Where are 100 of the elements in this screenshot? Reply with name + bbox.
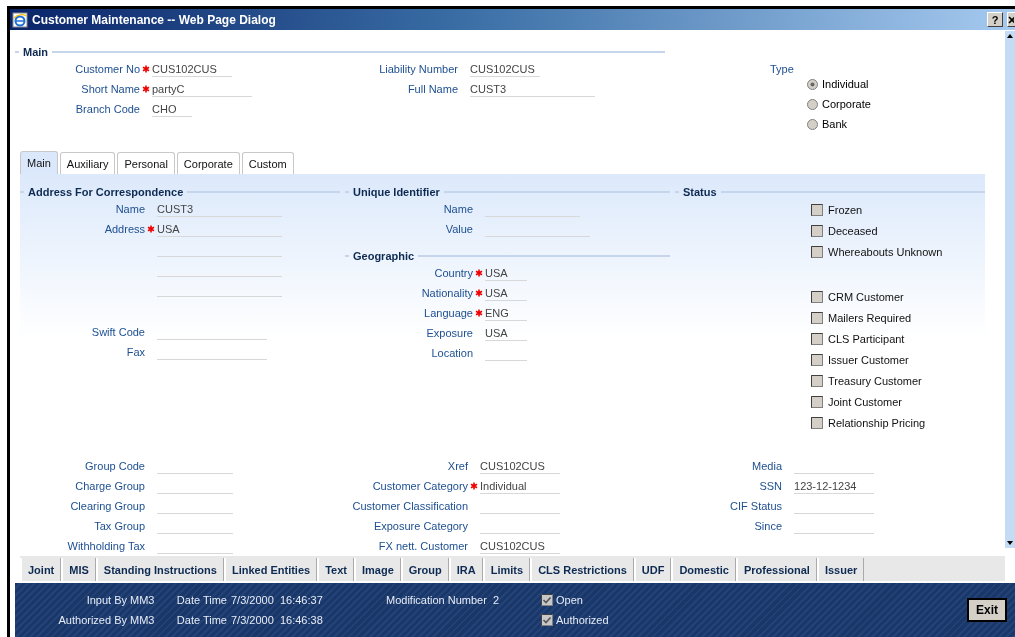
text-field[interactable]: partyC: [152, 81, 252, 97]
field-label: Language: [423, 307, 473, 319]
tab[interactable]: Custom: [241, 152, 294, 174]
text-field[interactable]: Individual: [480, 478, 561, 494]
text-field[interactable]: CHO: [152, 101, 192, 117]
field-label: Clearing Group: [69, 500, 145, 512]
checkbox-label: Authorized: [556, 614, 609, 626]
field-label: Fax: [125, 346, 145, 358]
text-field[interactable]: ENG: [485, 305, 527, 321]
checkbox[interactable]: [811, 395, 823, 408]
window-title: Customer Maintenance -- Web Page Dialog: [32, 12, 277, 27]
checkbox[interactable]: [811, 416, 823, 429]
tab-button[interactable]: Joint: [20, 558, 62, 581]
exit-button[interactable]: Exit: [967, 598, 1007, 622]
section-title: Status: [683, 186, 717, 198]
audit-label: Authorized By: [57, 614, 127, 626]
section-title: Main: [23, 46, 49, 58]
audit-value: 2: [492, 594, 499, 606]
checkbox-label: Issuer Customer: [828, 353, 909, 366]
text-field[interactable]: CUST3: [470, 81, 595, 97]
radio-button[interactable]: [807, 118, 818, 130]
tab-button[interactable]: MIS: [61, 558, 96, 581]
field-label: Full Name: [406, 83, 458, 95]
browser-icon: [12, 11, 28, 28]
tab-button[interactable]: Limits: [482, 558, 531, 581]
tab-button[interactable]: Linked Entities: [223, 558, 318, 581]
checkbox[interactable]: [811, 332, 823, 345]
checkbox[interactable]: [811, 311, 823, 324]
tab-button[interactable]: Standing Instructions: [95, 558, 224, 581]
text-field[interactable]: CUST3: [157, 201, 282, 217]
field-label: Tax Group: [93, 520, 145, 532]
field-label: Name: [442, 203, 473, 215]
checkbox-label: CRM Customer: [828, 290, 904, 303]
checkbox-label: Mailers Required: [828, 311, 912, 324]
text-field[interactable]: CUS102CUS: [470, 61, 540, 77]
text-field[interactable]: CUS102CUS: [480, 458, 561, 474]
tab-button[interactable]: UDF: [633, 558, 672, 581]
field-label: Charge Group: [74, 480, 145, 492]
checkbox[interactable]: [811, 290, 823, 303]
field-label: Short Name: [80, 83, 140, 95]
audit-label: Date Time: [176, 594, 227, 606]
field-label: Liability Number: [378, 63, 458, 75]
radio-label: Corporate: [822, 98, 871, 110]
tab-button[interactable]: Group: [400, 558, 449, 581]
checkbox[interactable]: [811, 245, 823, 258]
tab-button[interactable]: Image: [353, 558, 401, 581]
field-label: Xref: [446, 460, 469, 472]
tab-button[interactable]: Domestic: [671, 558, 736, 581]
checkbox[interactable]: [811, 353, 823, 366]
field-label: Value: [444, 223, 473, 235]
audit-value: MM3: [129, 594, 156, 606]
checkbox[interactable]: [541, 614, 553, 626]
radio-button[interactable]: [807, 98, 818, 110]
field-label: CIF Status: [729, 500, 782, 512]
tab-button[interactable]: CLS Restrictions: [530, 558, 634, 581]
tab-button[interactable]: Issuer: [816, 558, 865, 581]
checkbox[interactable]: [541, 594, 553, 606]
checkbox-label: Joint Customer: [828, 395, 902, 408]
audit-label: Modification Number: [386, 594, 487, 606]
field-label: Exposure Category: [372, 520, 469, 532]
tab[interactable]: Personal: [117, 152, 175, 174]
text-field[interactable]: USA: [485, 265, 527, 281]
text-field[interactable]: USA: [157, 221, 282, 237]
checkbox-label: Deceased: [828, 224, 878, 237]
tab-button[interactable]: IRA: [448, 558, 483, 581]
audit-value: 7/3/2000 16:46:37: [231, 594, 324, 606]
help-button[interactable]: ?: [987, 12, 1003, 27]
text-field[interactable]: CUS102CUS: [152, 61, 232, 77]
field-label: Customer No: [74, 63, 140, 75]
scrollbar[interactable]: [1005, 31, 1015, 548]
radio-button[interactable]: [807, 78, 818, 90]
text-field[interactable]: CUS102CUS: [480, 538, 561, 554]
tab[interactable]: Corporate: [176, 152, 240, 174]
field-label: Since: [753, 520, 782, 532]
field-label: Branch Code: [74, 103, 140, 115]
checkbox[interactable]: [811, 374, 823, 387]
field-label: Type: [770, 63, 794, 75]
field-label: SSN: [758, 480, 782, 492]
field-label: Country: [433, 267, 473, 279]
checkbox[interactable]: [811, 203, 823, 216]
tab-button[interactable]: Text: [317, 558, 354, 581]
section-title: Unique Identifier: [353, 186, 440, 198]
checkbox-label: Frozen: [828, 203, 863, 216]
text-field[interactable]: USA: [485, 285, 527, 301]
field-label: Group Code: [84, 460, 145, 472]
checkbox-label: Open: [556, 594, 583, 606]
close-button[interactable]: [1007, 12, 1015, 27]
field-label: Nationality: [420, 287, 473, 299]
tab-button[interactable]: Professional: [735, 558, 817, 581]
audit-label: Input By: [85, 594, 127, 606]
audit-value: MM3: [129, 614, 156, 626]
field-label: Swift Code: [90, 326, 145, 338]
tab[interactable]: Auxiliary: [59, 152, 116, 174]
text-field[interactable]: USA: [485, 325, 527, 341]
text-field[interactable]: 123-12-1234: [794, 478, 874, 494]
field-label: Location: [430, 347, 473, 359]
checkbox[interactable]: [811, 224, 823, 237]
tab[interactable]: Main: [20, 151, 58, 174]
field-label: FX nett. Customer: [377, 540, 469, 552]
audit-value: 7/3/2000 16:46:38: [231, 614, 324, 626]
